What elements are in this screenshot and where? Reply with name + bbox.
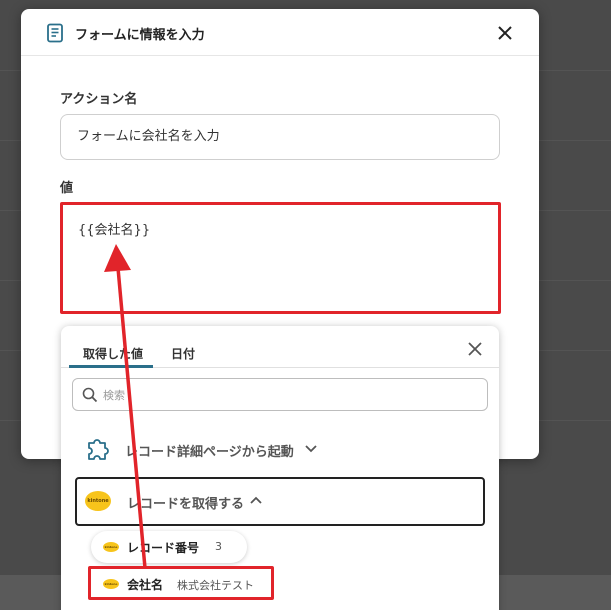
group-label: レコード詳細ページから起動 <box>125 445 294 460</box>
value-picker-panel: 取得した値 日付 レコード詳細ページから起動 kintone レコードを取得する… <box>61 326 499 610</box>
puzzle-icon <box>88 439 109 460</box>
group-get-record[interactable]: kintone レコードを取得する <box>75 477 485 526</box>
modal-title: フォームに情報を入力 <box>75 28 205 43</box>
kintone-logo: kintone <box>103 542 119 552</box>
group-record-detail-launch[interactable]: レコード詳細ページから起動 <box>75 426 485 472</box>
item-value: 株式会社テスト <box>177 579 254 592</box>
tab-date[interactable]: 日付 <box>171 345 195 362</box>
kintone-logo: kintone <box>103 579 119 589</box>
item-name: レコード番号 <box>127 541 200 555</box>
value-label: 値 <box>60 181 74 196</box>
search-icon <box>82 387 98 403</box>
close-icon[interactable] <box>495 23 515 43</box>
document-icon <box>47 23 63 43</box>
group-label: レコードを取得する <box>127 497 245 512</box>
item-name: 会社名 <box>127 578 164 592</box>
active-tab-indicator <box>69 365 153 368</box>
value-textarea[interactable]: {{会社名}} <box>60 202 501 314</box>
picker-tabs: 取得した値 日付 <box>61 326 499 368</box>
modal-header: フォームに情報を入力 <box>21 9 539 56</box>
tab-retrieved-values[interactable]: 取得した値 <box>83 345 143 362</box>
value-item-record-number[interactable]: kintone レコード番号 3 <box>91 531 247 563</box>
close-icon[interactable] <box>466 340 484 358</box>
search-input[interactable] <box>103 385 473 405</box>
item-value: 3 <box>215 540 222 553</box>
chevron-down-icon <box>305 445 317 453</box>
search-box[interactable] <box>72 378 488 411</box>
value-item-company-name[interactable]: kintone 会社名 株式会社テスト <box>88 566 274 600</box>
action-name-label: アクション名 <box>60 92 138 107</box>
action-name-input[interactable]: フォームに会社名を入力 <box>60 114 500 160</box>
kintone-logo: kintone <box>85 491 111 511</box>
value-text: {{会社名}} <box>78 223 151 238</box>
chevron-up-icon <box>250 496 262 504</box>
